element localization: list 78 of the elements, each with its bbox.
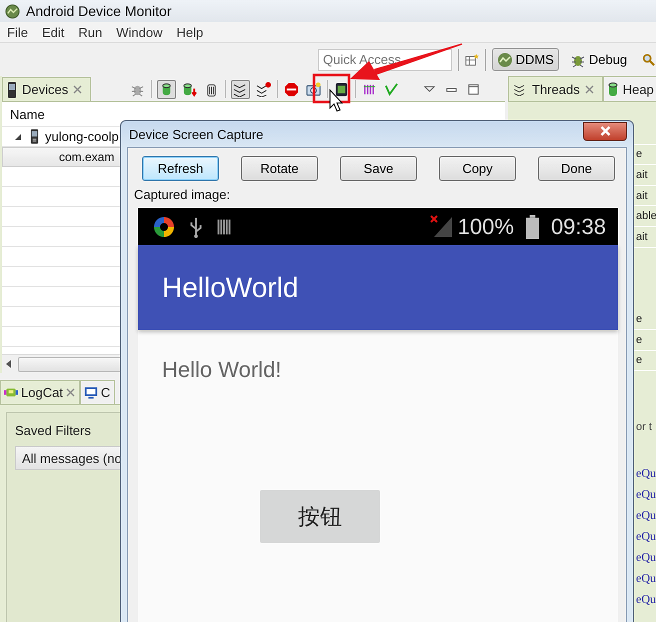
close-icon[interactable] (73, 85, 82, 94)
tab-label: Threads (532, 82, 580, 96)
open-perspective-icon[interactable] (464, 52, 479, 68)
view-tab[interactable]: Devices (2, 77, 92, 101)
device-name: yulong-coolp (45, 129, 119, 144)
log-message-text: eQu (636, 591, 656, 608)
view-tab[interactable]: C (80, 380, 116, 404)
no-signal-icon (430, 214, 454, 238)
logcat-icon (4, 386, 18, 399)
dialog-button[interactable]: Copy (439, 156, 516, 181)
menu-item[interactable]: Help (169, 24, 210, 40)
log-message-text: eQu (636, 549, 656, 566)
thread-status-text: e (636, 313, 642, 326)
ddms-icon (496, 52, 513, 68)
cylinder-icon[interactable] (157, 80, 176, 98)
battery-percent: 100% (458, 214, 514, 240)
process-name: com.exam (59, 150, 114, 164)
app-logo-icon (152, 214, 176, 238)
column-header[interactable]: Name (2, 106, 45, 122)
close-button[interactable] (583, 122, 627, 140)
phone-icon (30, 129, 39, 144)
search-icon[interactable] (642, 52, 656, 68)
app-title: HelloWorld (162, 272, 298, 304)
tab-label: LogCat (21, 385, 63, 400)
dialog-button[interactable]: Refresh (142, 156, 219, 181)
camera-icon[interactable] (305, 80, 322, 98)
menu-item[interactable]: Edit (34, 24, 72, 40)
highlight-frame (312, 74, 350, 104)
threads-icon[interactable] (231, 80, 250, 98)
log-message-text: eQu (636, 486, 656, 504)
log-message-text: eQu (636, 465, 656, 482)
close-icon (600, 126, 610, 136)
log-message-text: eQu (636, 570, 656, 588)
threads-icon[interactable] (255, 80, 272, 98)
view-tab[interactable]: Heap (602, 76, 656, 101)
body-text: Hello World! (162, 357, 282, 383)
expand-arrow-icon[interactable] (14, 132, 22, 140)
dialog-button[interactable]: Save (340, 156, 417, 181)
thread-status-text: ait (636, 168, 648, 181)
thread-status-text: e (636, 148, 642, 160)
close-icon[interactable] (66, 388, 75, 397)
view-tab[interactable]: Threads (508, 76, 603, 101)
phone-icon (7, 82, 17, 98)
thread-status-text: ait (636, 190, 648, 202)
captured-image-label: Captured image: (134, 187, 232, 202)
window-title: Android Device Monitor (26, 3, 172, 19)
log-message-text: eQu (636, 528, 656, 546)
dump-heap-icon[interactable] (181, 80, 198, 98)
stop-icon[interactable] (283, 80, 300, 98)
perspective-button[interactable]: DDMS (492, 48, 559, 71)
thread-status-text: ait (636, 230, 648, 243)
menu-item[interactable]: File (0, 24, 35, 40)
status-time: 09:38 (550, 214, 606, 240)
filter-hint-text: or t (636, 421, 652, 434)
app-icon (5, 4, 20, 18)
tab-label: Devices (22, 82, 68, 97)
menu-item[interactable]: Run (71, 24, 110, 40)
close-icon[interactable] (584, 84, 594, 94)
thread-status-text: e (636, 334, 642, 346)
tab-label: C (100, 385, 110, 400)
menu-item[interactable]: Window (109, 24, 170, 40)
tab-label: Heap (622, 82, 654, 96)
dialog-button[interactable]: Done (538, 156, 615, 181)
dialog-button[interactable]: Rotate (241, 156, 318, 181)
threads-icon (513, 82, 527, 96)
saved-filters-label: Saved Filters (15, 423, 92, 438)
log-message-text: eQu (636, 507, 656, 524)
dialog-title: Device Screen Capture (128, 126, 264, 142)
perspective-button[interactable]: Debug (564, 48, 632, 71)
scroll-left-icon[interactable] (6, 360, 12, 368)
cylinder-icon (608, 81, 618, 97)
thread-status-text: able (636, 210, 656, 222)
battery-icon (526, 214, 539, 238)
console-icon (84, 386, 98, 399)
phone-button[interactable]: 按钮 (260, 490, 380, 543)
usb-icon (188, 216, 204, 238)
thread-status-text: e (636, 354, 642, 366)
view-tab[interactable]: LogCat (0, 380, 80, 404)
